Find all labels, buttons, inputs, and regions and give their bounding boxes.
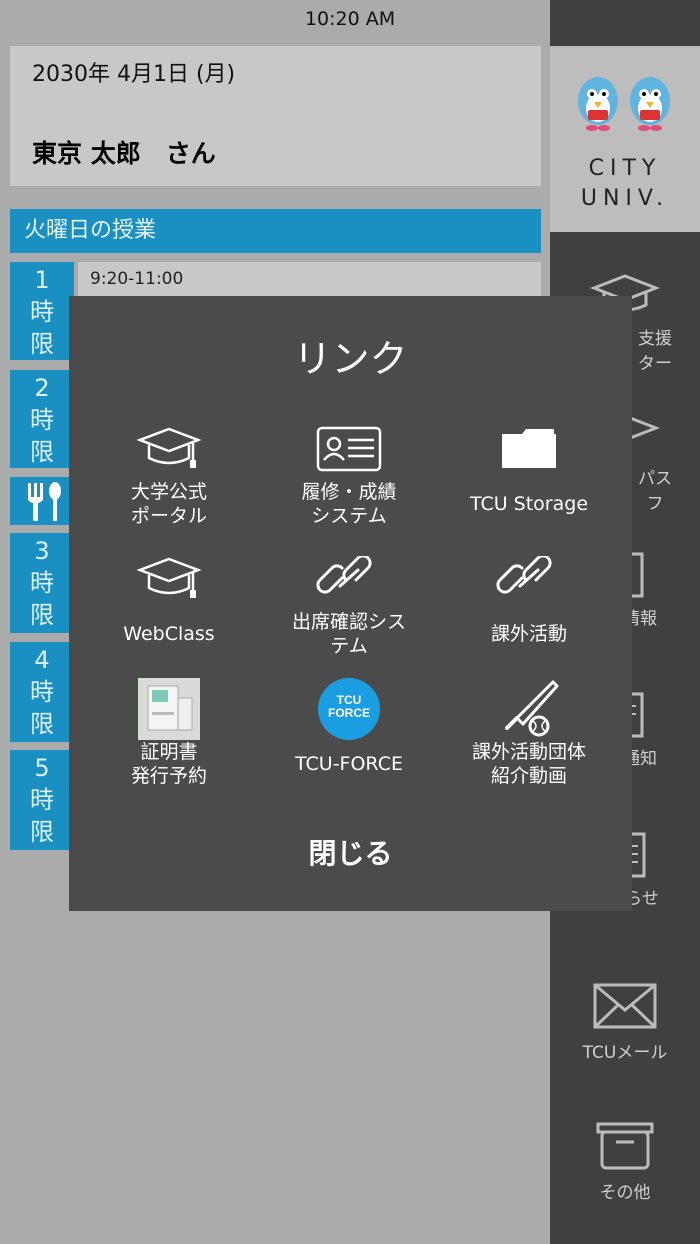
period-number: 2 xyxy=(34,374,50,402)
link-label: 履修・成績 システム xyxy=(301,481,397,527)
link-label: 証明書 発行予約 xyxy=(130,741,207,787)
modal-title: リンク xyxy=(293,337,408,381)
period-char: 時 xyxy=(30,678,54,706)
period-5: 5 時 限 xyxy=(10,750,74,850)
link-tcu-storage[interactable]: TCU Storage xyxy=(439,426,619,526)
period-char: 限 xyxy=(30,438,54,466)
period-char: 限 xyxy=(30,601,54,629)
period-1: 1 時 限 xyxy=(10,262,74,360)
fork-spoon-icon xyxy=(28,482,61,521)
folder-icon xyxy=(502,429,556,468)
link-extracurricular[interactable]: 課外活動 xyxy=(439,556,619,656)
close-button[interactable]: 閉じる xyxy=(69,832,632,872)
link-attendance-system[interactable]: 出席確認シス テム xyxy=(259,556,439,657)
period-number: 5 xyxy=(34,754,50,782)
links-modal: リンク 大学公式 ポータル 履修・成績 システム TCU Storage Web… xyxy=(69,296,632,911)
period-char: 時 xyxy=(30,406,54,434)
link-webclass[interactable]: WebClass xyxy=(79,556,259,656)
sidebar-item-label: TCUメール xyxy=(582,1043,668,1063)
period-2: 2 時 限 xyxy=(10,370,74,468)
svg-text:FORCE: FORCE xyxy=(328,706,370,720)
period-number: 1 xyxy=(34,266,50,294)
svg-text:TCU: TCU xyxy=(337,693,362,707)
period-4: 4 時 限 xyxy=(10,642,74,742)
university-logo[interactable]: CITY UNIV. xyxy=(550,46,700,232)
graduation-cap-icon xyxy=(137,557,201,598)
kiosk-image xyxy=(138,678,200,740)
link-icon xyxy=(496,556,552,594)
sidebar-item-label: その他 xyxy=(599,1183,651,1203)
tcu-force-logo: TCU FORCE xyxy=(318,678,380,740)
link-tcu-force[interactable]: TCU FORCE TCU-FORCE xyxy=(259,678,439,788)
link-label: 出席確認シス テム xyxy=(291,611,406,657)
day-header: 火曜日の授業 xyxy=(10,209,541,253)
status-bar-time: 10:20 AM xyxy=(304,8,396,30)
link-certificate-reservation[interactable]: 証明書 発行予約 xyxy=(79,678,259,788)
link-club-videos[interactable]: 課外活動団体 紹介動画 xyxy=(439,678,619,788)
period-char: 時 xyxy=(30,569,54,597)
logo-text-line1: CITY xyxy=(588,156,662,181)
link-course-grades[interactable]: 履修・成績 システム xyxy=(259,426,439,527)
link-label: TCU Storage xyxy=(469,493,589,515)
link-label: 課外活動 xyxy=(490,623,567,645)
link-university-portal[interactable]: 大学公式 ポータル xyxy=(79,426,259,527)
graduation-cap-icon xyxy=(137,427,201,468)
class-time[interactable]: 9:20-11:00 xyxy=(78,262,541,298)
logo-text-line2: UNIV. xyxy=(580,186,670,211)
period-number: 4 xyxy=(34,646,50,674)
period-char: 時 xyxy=(30,298,54,326)
sidebar-item-other[interactable]: その他 xyxy=(550,1122,700,1203)
user-name: 東京 太郎 さん xyxy=(32,139,216,168)
period-3: 3 時 限 xyxy=(10,533,74,633)
period-char: 限 xyxy=(30,710,54,738)
id-card-icon xyxy=(316,426,382,472)
baseball-icon xyxy=(505,680,559,737)
link-icon xyxy=(316,556,372,594)
period-char: 限 xyxy=(30,330,54,358)
period-char: 限 xyxy=(30,818,54,846)
link-label: WebClass xyxy=(123,623,215,645)
link-label: TCU-FORCE xyxy=(295,753,403,775)
current-date: 2030年 4月1日 (月) xyxy=(32,62,236,87)
date-card: 2030年 4月1日 (月) 東京 太郎 さん xyxy=(10,46,541,186)
mascot-birds-icon xyxy=(578,77,670,131)
box-icon xyxy=(596,1122,654,1170)
link-label: 課外活動団体 紹介動画 xyxy=(471,741,586,787)
period-char: 時 xyxy=(30,786,54,814)
period-number: 3 xyxy=(34,537,50,565)
link-label: 大学公式 ポータル xyxy=(130,481,207,527)
mail-icon xyxy=(593,983,657,1029)
lunch-row xyxy=(10,477,74,525)
sidebar-item-mail[interactable]: TCUメール xyxy=(550,982,700,1063)
